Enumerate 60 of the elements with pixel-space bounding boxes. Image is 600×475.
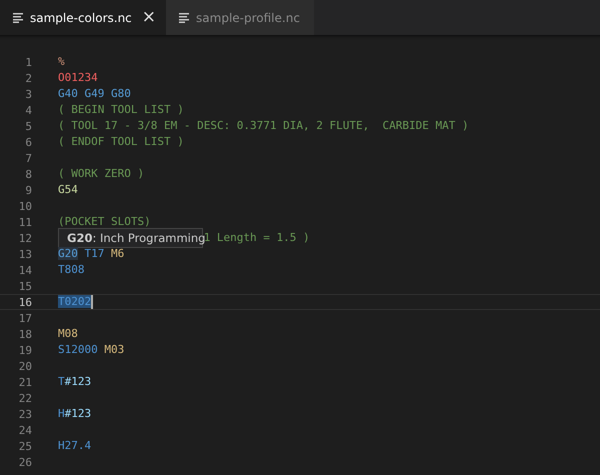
line-number: 21 [18, 376, 32, 388]
line-number: 7 [24, 152, 32, 164]
line-number: 23 [18, 408, 32, 420]
line-number: 12 [18, 232, 32, 244]
code-token: T [58, 375, 65, 388]
code-token: S12000 [58, 343, 98, 356]
code-token: ( ENDOF TOOL LIST ) [58, 135, 184, 148]
line-number: 11 [18, 216, 32, 228]
code-token: M08 [58, 327, 78, 340]
line-number: 3 [24, 88, 32, 100]
line-number: 16 [18, 296, 32, 308]
code-token: T808 [58, 263, 84, 276]
file-tab[interactable]: sample-profile.nc [166, 0, 314, 35]
code-token: (POCKET SLOTS) [58, 215, 151, 228]
code-token: G20 [58, 247, 78, 260]
code-token: T17 [84, 247, 104, 260]
code-token: T0202 [58, 295, 92, 308]
code-token: M03 [104, 343, 124, 356]
line-number: 17 [18, 312, 32, 324]
line-number: 14 [18, 264, 32, 276]
text-cursor [91, 294, 94, 309]
file-lines-icon [179, 12, 190, 22]
line-number: 24 [18, 424, 32, 436]
line-number: 9 [24, 184, 32, 196]
code-token: ( BEGIN TOOL LIST ) [58, 103, 184, 116]
code-token: ( TOOL 17 - 3/8 EM - DESC: 0.3771 DIA, 2 FLUTE, CARBIDE MAT ) [58, 119, 469, 132]
line-number: 10 [18, 200, 32, 212]
line-number: 2 [24, 72, 32, 84]
line-number: 1 [24, 56, 32, 68]
code-token: H27.4 [58, 439, 92, 452]
code-token: G54 [58, 183, 78, 196]
line-number: 19 [18, 344, 32, 356]
code-token: % [58, 55, 65, 68]
line-number: 4 [24, 104, 32, 116]
hover-tooltip: G20: Inch Programming [58, 228, 203, 248]
code-token: #123 [64, 375, 92, 388]
code-token: H [58, 407, 65, 420]
code-token: G49 [84, 87, 104, 100]
line-number: 13 [18, 248, 32, 260]
code-token: O01234 [58, 71, 98, 84]
line-number: 15 [18, 280, 32, 292]
line-number: 8 [24, 168, 32, 180]
line-number: 20 [18, 360, 32, 372]
line-number: 26 [18, 456, 32, 468]
line-number: 6 [24, 136, 32, 148]
code-token: G40 [58, 87, 78, 100]
tab-label[interactable]: sample-profile.nc [196, 10, 300, 24]
code-token: ( WORK ZERO ) [58, 167, 144, 180]
code-token: M6 [110, 247, 124, 260]
tab-label[interactable]: sample-colors.nc [30, 10, 132, 24]
file-lines-icon [13, 12, 24, 22]
file-tab[interactable]: sample-colors.nc × [0, 0, 166, 35]
code-token: #123 [64, 407, 92, 420]
code-token: G80 [110, 87, 131, 100]
close-icon[interactable]: × [142, 9, 156, 26]
line-number: 5 [24, 120, 32, 132]
code-token: 1 Length = 1.5 ) [204, 231, 310, 244]
line-number: 18 [18, 328, 32, 340]
line-number: 25 [18, 440, 32, 452]
line-number: 22 [18, 392, 32, 404]
